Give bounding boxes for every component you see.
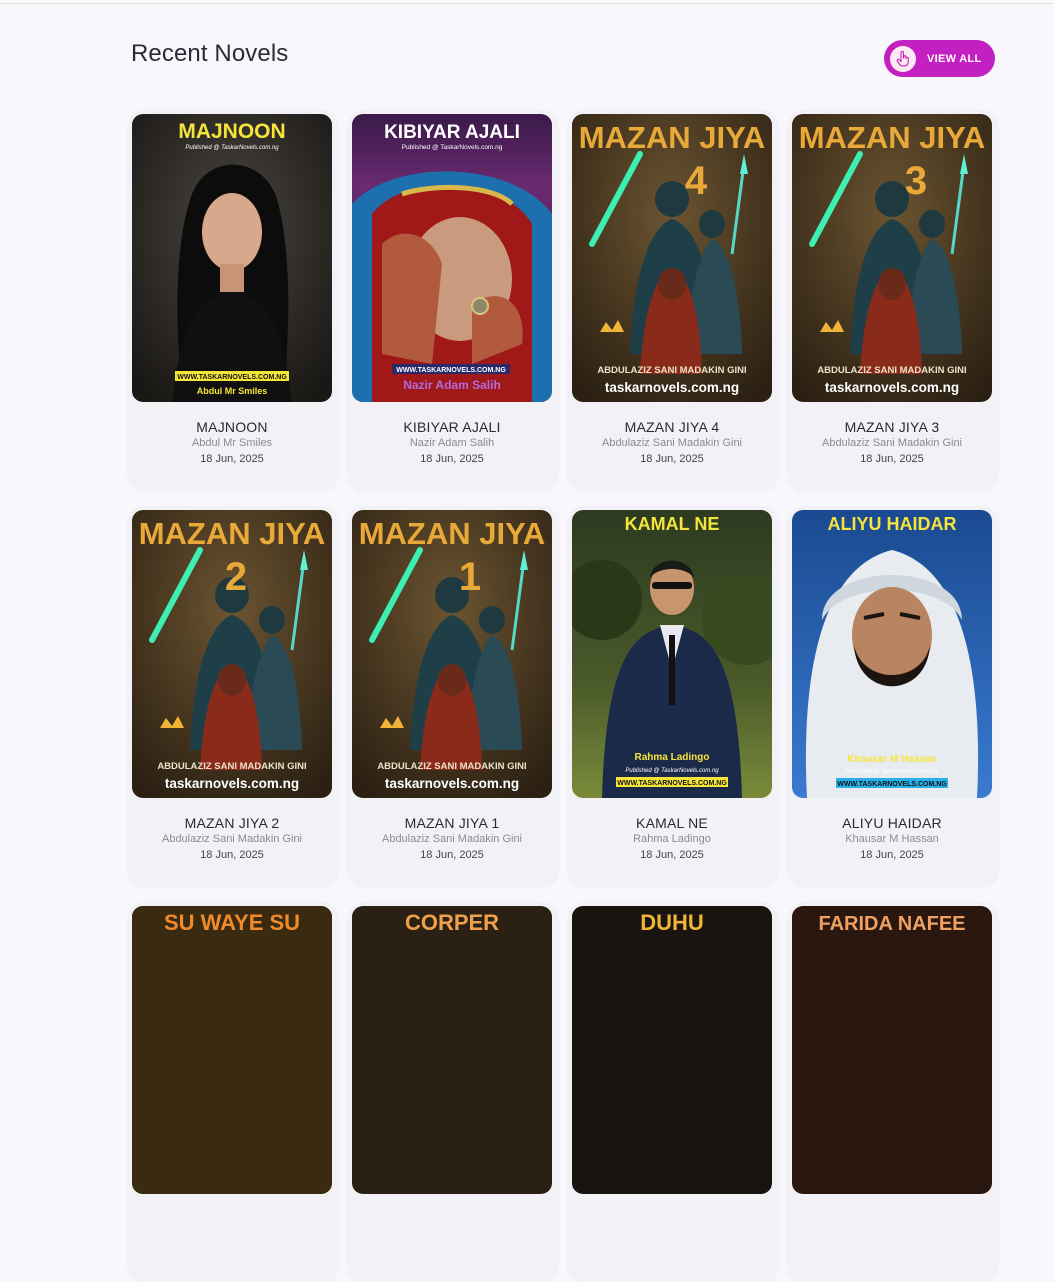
novel-card-aliyu-haidar[interactable]: ALIYU HAIDAR Khausar M Hassan Published … bbox=[788, 506, 998, 886]
novel-cover[interactable]: MAZAN JIYA 1 ABDULAZIZ SANI MADAKIN GINI… bbox=[352, 510, 552, 798]
cover-heading: MAZAN JIYA bbox=[579, 120, 766, 155]
view-all-label: VIEW ALL bbox=[927, 52, 982, 65]
novel-author: Abdul Mr Smiles bbox=[191, 437, 273, 449]
novel-cover[interactable]: KIBIYAR AJALI Published @ TaskarNovels.c… bbox=[352, 114, 552, 402]
cover-number: 2 bbox=[225, 555, 247, 599]
cover-heading: ALIYU HAIDAR bbox=[828, 514, 957, 534]
cover-heading: MAZAN JIYA bbox=[799, 120, 986, 155]
novel-card-partial[interactable]: FARIDA NAFEE bbox=[788, 902, 998, 1282]
recent-novels-section: Recent Novels VIEW ALL MAJNOON Published… bbox=[0, 0, 1054, 1282]
cover-sub: Published @ TaskarNovels.com.ng bbox=[625, 768, 719, 774]
cover-site: WWW.TASKARNOVELS.COM.NG bbox=[177, 374, 287, 381]
novel-date: 18 Jun, 2025 bbox=[200, 453, 264, 465]
novel-date: 18 Jun, 2025 bbox=[420, 453, 484, 465]
novel-title[interactable]: ALIYU HAIDAR bbox=[788, 815, 996, 831]
cover-heading: KIBIYAR AJALI bbox=[384, 122, 520, 143]
cover-heading: KAMAL NE bbox=[625, 514, 720, 534]
cover-site: WWW.TASKARNOVELS.COM.NG bbox=[396, 367, 506, 374]
cover-author: ABDULAZIZ SANI MADAKIN GINI bbox=[597, 365, 746, 376]
cover-heading: CORPER bbox=[405, 910, 499, 935]
cover-site: WWW.TASKARNOVELS.COM.NG bbox=[837, 781, 947, 788]
novel-date: 18 Jun, 2025 bbox=[640, 453, 704, 465]
cover-sub: Published @ TaskarNovels.com.ng bbox=[185, 145, 279, 151]
novel-cover[interactable]: ALIYU HAIDAR Khausar M Hassan Published … bbox=[792, 510, 992, 798]
novel-card-partial[interactable]: CORPER bbox=[348, 902, 558, 1282]
novel-author: Khausar M Hassan bbox=[845, 833, 939, 845]
novel-card-partial[interactable]: DUHU bbox=[568, 902, 778, 1282]
novel-author: Abdulaziz Sani Madakin Gini bbox=[601, 437, 743, 449]
novel-card-majnoon[interactable]: MAJNOON Published @ TaskarNovels.com.ng … bbox=[128, 110, 338, 490]
novel-author: Rahma Ladingo bbox=[633, 833, 711, 845]
cover-heading: MAZAN JIYA bbox=[139, 516, 326, 551]
novel-title[interactable]: MAZAN JIYA 2 bbox=[128, 815, 336, 831]
cover-site: taskarnovels.com.ng bbox=[385, 776, 519, 791]
novel-title[interactable]: MAZAN JIYA 3 bbox=[788, 419, 996, 435]
hand-pointer-icon bbox=[890, 45, 916, 72]
novel-cover[interactable]: MAZAN JIYA 4 ABDULAZIZ SANI MADAKIN GINI… bbox=[572, 114, 772, 402]
novel-author: Abdulaziz Sani Madakin Gini bbox=[381, 833, 523, 845]
novel-date: 18 Jun, 2025 bbox=[640, 849, 704, 861]
cover-number: 1 bbox=[459, 555, 481, 599]
novel-cover[interactable]: FARIDA NAFEE bbox=[792, 906, 992, 1194]
novel-cover[interactable]: MAZAN JIYA 3 ABDULAZIZ SANI MADAKIN GINI… bbox=[792, 114, 992, 402]
novel-date: 18 Jun, 2025 bbox=[860, 849, 924, 861]
cover-author: ABDULAZIZ SANI MADAKIN GINI bbox=[157, 761, 306, 772]
cover-heading: MAJNOON bbox=[178, 120, 285, 143]
novel-author: Abdulaziz Sani Madakin Gini bbox=[161, 833, 303, 845]
novel-cover[interactable]: SU WAYE SU bbox=[132, 906, 332, 1194]
novel-card-mazan-jiya-1[interactable]: MAZAN JIYA 1 ABDULAZIZ SANI MADAKIN GINI… bbox=[348, 506, 558, 886]
novel-cover[interactable]: MAJNOON Published @ TaskarNovels.com.ng … bbox=[132, 114, 332, 402]
cover-site: taskarnovels.com.ng bbox=[165, 776, 299, 791]
cover-heading: FARIDA NAFEE bbox=[818, 913, 965, 935]
novel-card-kamal-ne[interactable]: KAMAL NE Rahma Ladingo Published @ Taska… bbox=[568, 506, 778, 886]
novel-date: 18 Jun, 2025 bbox=[860, 453, 924, 465]
cover-sub: Published @ TaskarNovels.com.ng bbox=[845, 769, 939, 775]
novel-title[interactable]: MAJNOON bbox=[128, 419, 336, 435]
cover-number: 3 bbox=[905, 159, 927, 203]
cover-site: WWW.TASKARNOVELS.COM.NG bbox=[617, 780, 727, 787]
cover-site: taskarnovels.com.ng bbox=[825, 380, 959, 395]
novel-cover[interactable]: MAZAN JIYA 2 ABDULAZIZ SANI MADAKIN GINI… bbox=[132, 510, 332, 798]
cover-author: Nazir Adam Salih bbox=[403, 378, 501, 392]
cover-heading: MAZAN JIYA bbox=[359, 516, 546, 551]
view-all-button[interactable]: VIEW ALL bbox=[884, 40, 995, 77]
cover-author: Rahma Ladingo bbox=[634, 752, 709, 763]
novel-card-mazan-jiya-2[interactable]: MAZAN JIYA 2 ABDULAZIZ SANI MADAKIN GINI… bbox=[128, 506, 338, 886]
novel-card-partial[interactable]: SU WAYE SU bbox=[128, 902, 338, 1282]
novel-date: 18 Jun, 2025 bbox=[200, 849, 264, 861]
novel-cover[interactable]: DUHU bbox=[572, 906, 772, 1194]
novel-cover[interactable]: KAMAL NE Rahma Ladingo Published @ Taska… bbox=[572, 510, 772, 798]
cover-number: 4 bbox=[685, 159, 708, 203]
cover-sub: Published @ TaskarNovels.com.ng bbox=[402, 144, 503, 151]
cover-author: Abdul Mr Smiles bbox=[197, 386, 268, 396]
cover-heading: DUHU bbox=[640, 910, 704, 935]
cover-author: ABDULAZIZ SANI MADAKIN GINI bbox=[817, 365, 966, 376]
novel-title[interactable]: KIBIYAR AJALI bbox=[348, 419, 556, 435]
novel-author: Nazir Adam Salih bbox=[409, 437, 495, 449]
cover-heading: SU WAYE SU bbox=[164, 910, 300, 935]
novel-author: Abdulaziz Sani Madakin Gini bbox=[821, 437, 963, 449]
novel-cover[interactable]: CORPER bbox=[352, 906, 552, 1194]
novel-title[interactable]: MAZAN JIYA 1 bbox=[348, 815, 556, 831]
novel-card-kibiyar-ajali[interactable]: KIBIYAR AJALI Published @ TaskarNovels.c… bbox=[348, 110, 558, 490]
novel-title[interactable]: MAZAN JIYA 4 bbox=[568, 419, 776, 435]
novel-card-mazan-jiya-4[interactable]: MAZAN JIYA 4 ABDULAZIZ SANI MADAKIN GINI… bbox=[568, 110, 778, 490]
cover-author: ABDULAZIZ SANI MADAKIN GINI bbox=[377, 761, 526, 772]
novel-title[interactable]: KAMAL NE bbox=[568, 815, 776, 831]
cover-site: taskarnovels.com.ng bbox=[605, 380, 739, 395]
cover-author: Khausar M Hassan bbox=[847, 754, 936, 765]
novel-card-mazan-jiya-3[interactable]: MAZAN JIYA 3 ABDULAZIZ SANI MADAKIN GINI… bbox=[788, 110, 998, 490]
section-title: Recent Novels bbox=[131, 40, 289, 67]
novel-date: 18 Jun, 2025 bbox=[420, 849, 484, 861]
